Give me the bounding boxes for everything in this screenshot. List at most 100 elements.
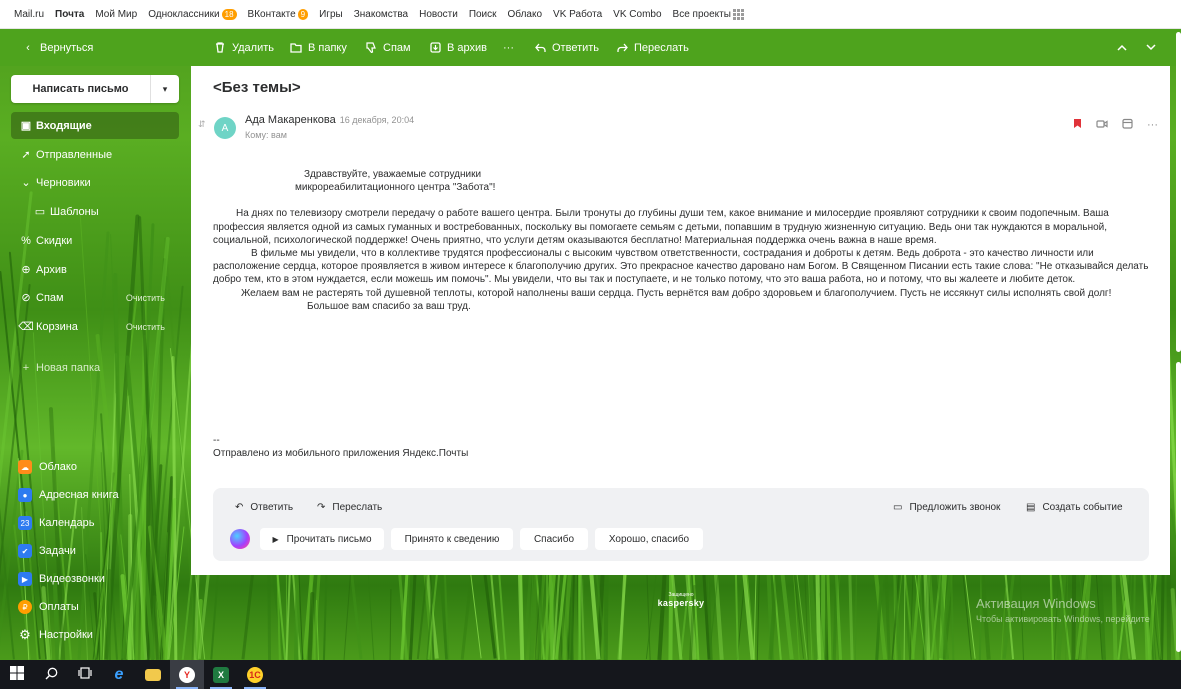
folder-templates[interactable]: ▭ Шаблоны xyxy=(25,198,179,225)
start-button[interactable] xyxy=(0,660,34,689)
chevron-down-icon: ⌄ xyxy=(21,177,31,189)
clear-trash-button[interactable]: Очистить xyxy=(126,322,165,332)
inbox-icon: ▣ xyxy=(20,120,32,132)
folder-trash[interactable]: ⌫ Корзина Очистить xyxy=(11,313,179,340)
app-video-calls[interactable]: ▶ Видеозвонки xyxy=(18,567,105,591)
delete-button[interactable]: Удалить xyxy=(214,29,274,66)
portal-link-news[interactable]: Новости xyxy=(419,9,458,20)
folder-drafts-label: Черновики xyxy=(36,176,91,189)
folder-discounts[interactable]: % Скидки xyxy=(11,227,179,254)
grass-blade xyxy=(914,575,927,660)
windows-activation-watermark: Активация Windows Чтобы активировать Win… xyxy=(976,596,1150,624)
pin-icon[interactable]: ⇵ xyxy=(198,119,206,130)
app-address-book[interactable]: ● Адресная книга xyxy=(18,483,119,507)
app-calendar[interactable]: 23 Календарь xyxy=(18,511,95,535)
taskbar-excel[interactable]: X xyxy=(204,660,238,689)
sender-name[interactable]: Ада Макаренкова xyxy=(245,114,336,126)
more-options-icon[interactable]: ··· xyxy=(1147,119,1158,131)
quick-answer-chip[interactable]: Принято к сведению xyxy=(391,528,513,550)
reply-button[interactable]: Ответить xyxy=(534,29,599,66)
portal-link-all-projects[interactable]: Все проекты xyxy=(673,8,744,20)
forward-label: Переслать xyxy=(634,41,689,54)
quick-reply-button[interactable]: ↶ Ответить xyxy=(235,502,293,513)
compose-button[interactable]: Написать письмо ▾ xyxy=(11,75,179,103)
folder-inbox[interactable]: ▣ Входящие xyxy=(11,112,179,139)
portal-link-vk-combo[interactable]: VK Combo xyxy=(613,9,661,20)
archive-icon xyxy=(429,42,441,54)
more-actions-button[interactable]: ··· xyxy=(503,29,514,66)
archive-icon: ⊕ xyxy=(21,264,31,276)
taskbar-ie[interactable]: e xyxy=(102,660,136,689)
taskbar-search-button[interactable] xyxy=(34,660,68,689)
grass-blade xyxy=(389,588,392,660)
spam-button[interactable]: Спам xyxy=(365,29,411,66)
folder-archive[interactable]: ⊕ Архив xyxy=(11,256,179,283)
app-payments[interactable]: ₽ Оплаты xyxy=(18,595,79,619)
quick-forward-label: Переслать xyxy=(332,502,383,513)
activation-subtitle: Чтобы активировать Windows, перейдите xyxy=(976,614,1150,624)
apps-grid-icon xyxy=(732,8,744,20)
quick-answer-chip[interactable]: Спасибо xyxy=(520,528,588,550)
portal-link-ok-label: Одноклассники xyxy=(148,8,220,20)
message-toolbar: ‹ Вернуться Удалить В папку Спам В архив … xyxy=(0,29,1181,66)
folder-drafts[interactable]: ⌄ Черновики xyxy=(11,169,179,196)
avatar[interactable]: А xyxy=(214,117,236,139)
previous-message-button[interactable] xyxy=(1117,29,1127,66)
portal-link-mailru[interactable]: Mail.ru xyxy=(14,9,44,20)
search-icon xyxy=(45,667,58,683)
assistant-orb-icon[interactable] xyxy=(230,529,250,549)
grass-blade xyxy=(819,591,829,660)
forward-button[interactable]: Переслать xyxy=(616,29,689,66)
new-folder-label: Новая папка xyxy=(36,361,101,374)
portal-link-cloud[interactable]: Облако xyxy=(508,9,543,20)
portal-link-vk-work[interactable]: VK Работа xyxy=(553,9,602,20)
percent-icon: % xyxy=(21,234,31,247)
bookmark-icon[interactable] xyxy=(1073,118,1082,132)
taskbar-1c[interactable]: 1С xyxy=(238,660,272,689)
portal-link-games[interactable]: Игры xyxy=(319,9,343,20)
one-c-icon: 1С xyxy=(247,666,263,683)
new-folder-button[interactable]: + Новая папка xyxy=(11,354,179,381)
video-camera-icon: ▶ xyxy=(18,572,32,586)
video-call-icon[interactable] xyxy=(1096,119,1108,132)
calendar-event-icon[interactable] xyxy=(1122,118,1133,132)
quick-answer-chip[interactable]: Хорошо, спасибо xyxy=(595,528,703,550)
app-cloud[interactable]: ☁ Облако xyxy=(18,455,77,479)
right-scroll-indicator[interactable] xyxy=(1172,32,1181,652)
app-tasks-label: Задачи xyxy=(39,545,76,557)
next-message-button[interactable] xyxy=(1146,29,1156,66)
signature-block: -- Отправлено из мобильного приложения Я… xyxy=(213,434,468,460)
taskbar-yandex-browser[interactable]: Y xyxy=(170,660,204,689)
portal-link-dating[interactable]: Знакомства xyxy=(354,9,408,20)
portal-link-ok[interactable]: Одноклассники 18 xyxy=(148,8,237,20)
clear-spam-button[interactable]: Очистить xyxy=(126,293,165,303)
portal-link-vk[interactable]: ВКонтакте 9 xyxy=(247,8,309,20)
portal-link-vk-label: ВКонтакте xyxy=(247,8,296,20)
grass-blade xyxy=(195,598,203,660)
spam-label: Спам xyxy=(383,41,411,54)
back-button[interactable]: ‹ Вернуться xyxy=(22,29,93,66)
move-to-folder-button[interactable]: В папку xyxy=(290,29,347,66)
grass-blade xyxy=(692,572,700,660)
task-view-button[interactable] xyxy=(68,660,102,689)
taskbar-explorer[interactable] xyxy=(136,660,170,689)
app-tasks[interactable]: ✔ Задачи xyxy=(18,539,76,563)
archive-button[interactable]: В архив xyxy=(429,29,487,66)
quick-forward-button[interactable]: ↷ Переслать xyxy=(317,502,382,513)
delete-label: Удалить xyxy=(232,41,274,54)
letter-body: Здравствуйте, уважаемые сотрудники микро… xyxy=(213,168,1153,313)
suggest-call-button[interactable]: ▭ Предложить звонок xyxy=(893,502,1000,513)
create-event-button[interactable]: ▤ Создать событие xyxy=(1026,502,1123,513)
kaspersky-logo: kaspersky xyxy=(657,598,705,608)
chevron-up-icon xyxy=(1117,42,1127,54)
folder-sent[interactable]: ➚ Отправленные xyxy=(11,141,179,168)
portal-link-moimir[interactable]: Мой Мир xyxy=(95,9,137,20)
scroll-segment xyxy=(1176,32,1181,352)
compose-dropdown-icon[interactable]: ▾ xyxy=(151,75,179,103)
portal-link-search[interactable]: Поиск xyxy=(469,9,497,20)
read-aloud-button[interactable]: ▶ Прочитать письмо xyxy=(260,528,384,550)
app-settings[interactable]: ⚙ Настройки xyxy=(18,623,93,647)
forward-icon: ↷ xyxy=(317,502,326,513)
portal-link-pochta[interactable]: Почта xyxy=(55,9,84,20)
folder-spam[interactable]: ⊘ Спам Очистить xyxy=(11,284,179,311)
